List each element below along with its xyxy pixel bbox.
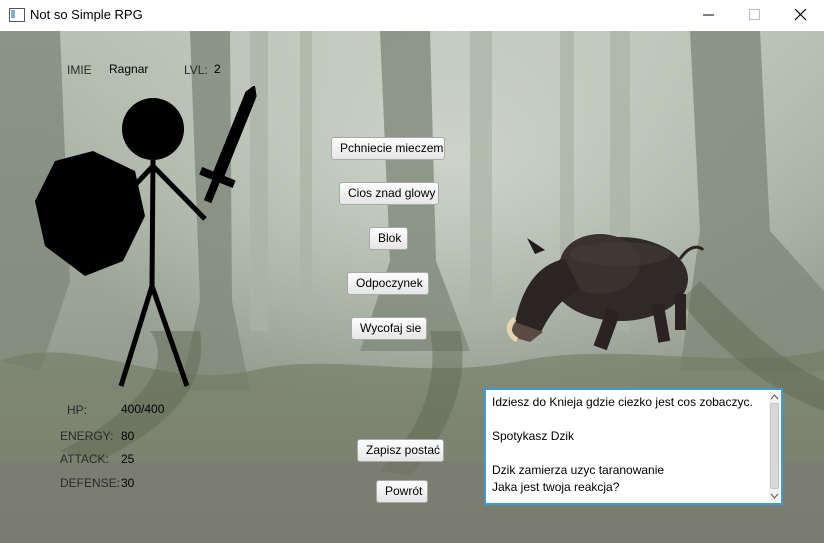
retreat-button[interactable]: Wycofaj sie bbox=[351, 317, 427, 340]
rest-button[interactable]: Odpoczynek bbox=[347, 272, 429, 295]
battle-log-text: Idziesz do Knieja gdzie ciezko jest cos … bbox=[492, 395, 753, 494]
block-button[interactable]: Blok bbox=[369, 227, 408, 250]
player-name: Ragnar bbox=[109, 62, 149, 76]
hp-label: HP: bbox=[67, 403, 88, 417]
minimize-icon bbox=[703, 14, 714, 16]
title-bar: Not so Simple RPG bbox=[0, 0, 824, 32]
app-icon bbox=[9, 8, 25, 22]
overhead-strike-button[interactable]: Cios znad glowy bbox=[339, 182, 439, 205]
game-scene: IMIE Ragnar LVL: 2 HP: 400/400 ENERGY: 8… bbox=[0, 31, 824, 543]
boar-enemy bbox=[506, 234, 705, 351]
hero-stickman bbox=[35, 86, 257, 387]
log-scrollbar[interactable] bbox=[769, 391, 780, 502]
energy-value: 80 bbox=[121, 429, 135, 443]
sword-icon bbox=[199, 86, 257, 204]
attack-label: ATTACK: bbox=[60, 452, 109, 466]
window-title: Not so Simple RPG bbox=[30, 7, 143, 22]
save-character-button[interactable]: Zapisz postać bbox=[357, 439, 444, 462]
scroll-down-icon bbox=[770, 493, 779, 499]
thrust-button[interactable]: Pchniecie mieczem bbox=[331, 137, 445, 160]
close-icon bbox=[795, 9, 807, 21]
scrollbar-thumb[interactable] bbox=[770, 403, 779, 489]
scroll-up-icon bbox=[770, 394, 779, 400]
energy-label: ENERGY: bbox=[60, 429, 114, 443]
minimize-button[interactable] bbox=[686, 0, 732, 31]
close-button[interactable] bbox=[778, 0, 824, 31]
player-level: 2 bbox=[214, 62, 221, 76]
battle-log[interactable]: Idziesz do Knieja gdzie ciezko jest cos … bbox=[484, 388, 783, 505]
defense-value: 30 bbox=[121, 476, 135, 490]
name-label: IMIE bbox=[67, 63, 92, 77]
defense-label: DEFENSE: bbox=[60, 476, 121, 490]
hp-value: 400/400 bbox=[121, 402, 165, 416]
level-label: LVL: bbox=[184, 63, 208, 77]
maximize-button[interactable] bbox=[732, 0, 778, 31]
attack-value: 25 bbox=[121, 452, 135, 466]
maximize-icon bbox=[749, 9, 760, 20]
back-button[interactable]: Powrót bbox=[376, 480, 428, 503]
